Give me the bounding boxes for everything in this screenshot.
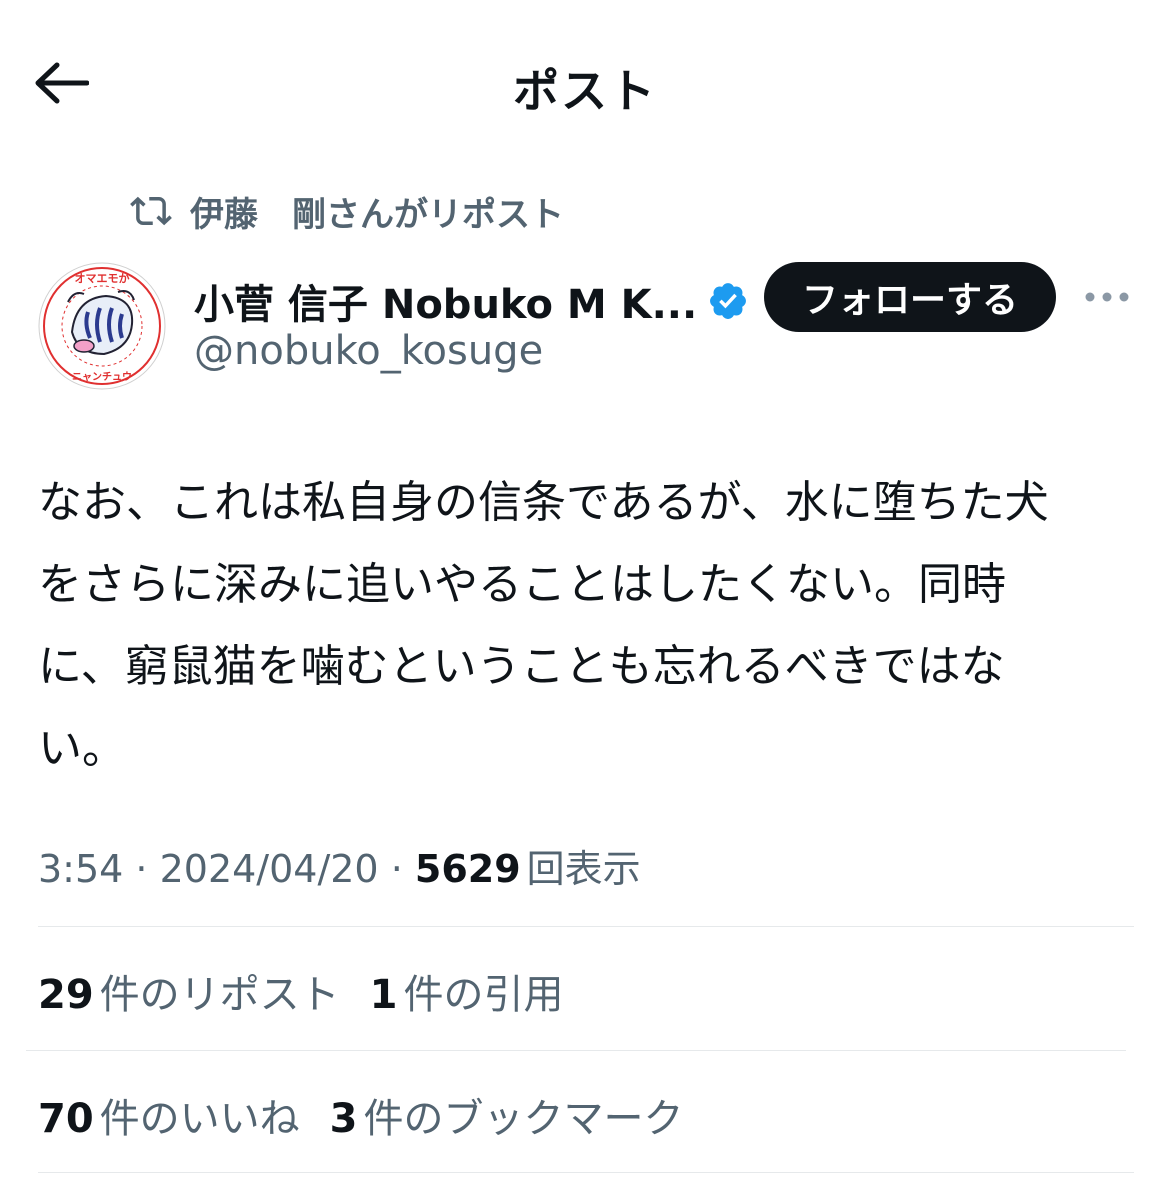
tweet-meta: 3:54 · 2024/04/20 · 5629 回表示 bbox=[38, 838, 641, 893]
divider bbox=[38, 926, 1134, 927]
tweet-text: なお、これは私自身の信条であるが、水に堕ちた犬 をさらに深みに追いやることはした… bbox=[38, 477, 1049, 774]
views-count: 5629 bbox=[414, 847, 521, 891]
author-name-text: 小菅 信子 Nobuko M K... bbox=[194, 282, 698, 328]
meta-separator: · bbox=[378, 847, 415, 891]
svg-text:ニャンチュウ: ニャンチュウ bbox=[72, 371, 132, 383]
verified-badge-icon bbox=[707, 280, 749, 322]
post-detail-page: ポスト 伊藤 剛さんがリポスト オマエモか ニャンチュウ 小菅 信子 Nobuk… bbox=[0, 0, 1170, 1185]
page-title: ポスト bbox=[513, 64, 657, 118]
meta-separator: · bbox=[123, 847, 160, 891]
avatar[interactable]: オマエモか ニャンチュウ bbox=[38, 262, 166, 390]
views-label: 回表示 bbox=[526, 847, 641, 891]
author-handle[interactable]: @nobuko_kosuge bbox=[194, 328, 543, 374]
divider bbox=[38, 1172, 1134, 1173]
bookmarks-label: 件のブックマーク bbox=[363, 1096, 684, 1142]
repost-context[interactable]: 伊藤 剛さんがリポスト bbox=[130, 186, 564, 236]
likes-label: 件のいいね bbox=[99, 1096, 300, 1142]
stats-row-reposts: 29 件のリポスト 1 件の引用 bbox=[38, 962, 594, 1020]
reposts-stat[interactable]: 29 件のリポスト bbox=[38, 962, 340, 1020]
likes-stat[interactable]: 70 件のいいね bbox=[38, 1086, 300, 1144]
repost-context-text: 伊藤 剛さんがリポスト bbox=[190, 194, 564, 235]
tweet-time[interactable]: 3:54 bbox=[38, 847, 123, 891]
header: ポスト bbox=[0, 0, 1170, 170]
author-display-name[interactable]: 小菅 信子 Nobuko M K... bbox=[194, 272, 749, 330]
avatar-image: オマエモか ニャンチュウ bbox=[38, 262, 166, 390]
quotes-count: 1 bbox=[369, 972, 398, 1018]
tweet-date[interactable]: 2024/04/20 bbox=[160, 847, 379, 891]
reposts-label: 件のリポスト bbox=[99, 972, 340, 1018]
stats-row-likes: 70 件のいいね 3 件のブックマーク bbox=[38, 1086, 714, 1144]
reposts-count: 29 bbox=[38, 972, 94, 1018]
more-options-button[interactable] bbox=[1082, 280, 1132, 314]
bookmarks-stat[interactable]: 3 件のブックマーク bbox=[330, 1086, 684, 1144]
likes-count: 70 bbox=[38, 1096, 94, 1142]
repost-icon bbox=[130, 190, 172, 232]
bookmarks-count: 3 bbox=[329, 1096, 358, 1142]
svg-text:オマエモか: オマエモか bbox=[75, 272, 130, 285]
divider bbox=[26, 1050, 1126, 1051]
follow-button[interactable]: フォローする bbox=[764, 262, 1056, 332]
quotes-label: 件の引用 bbox=[403, 972, 564, 1018]
more-icon bbox=[1085, 292, 1129, 302]
quotes-stat[interactable]: 1 件の引用 bbox=[370, 962, 564, 1020]
